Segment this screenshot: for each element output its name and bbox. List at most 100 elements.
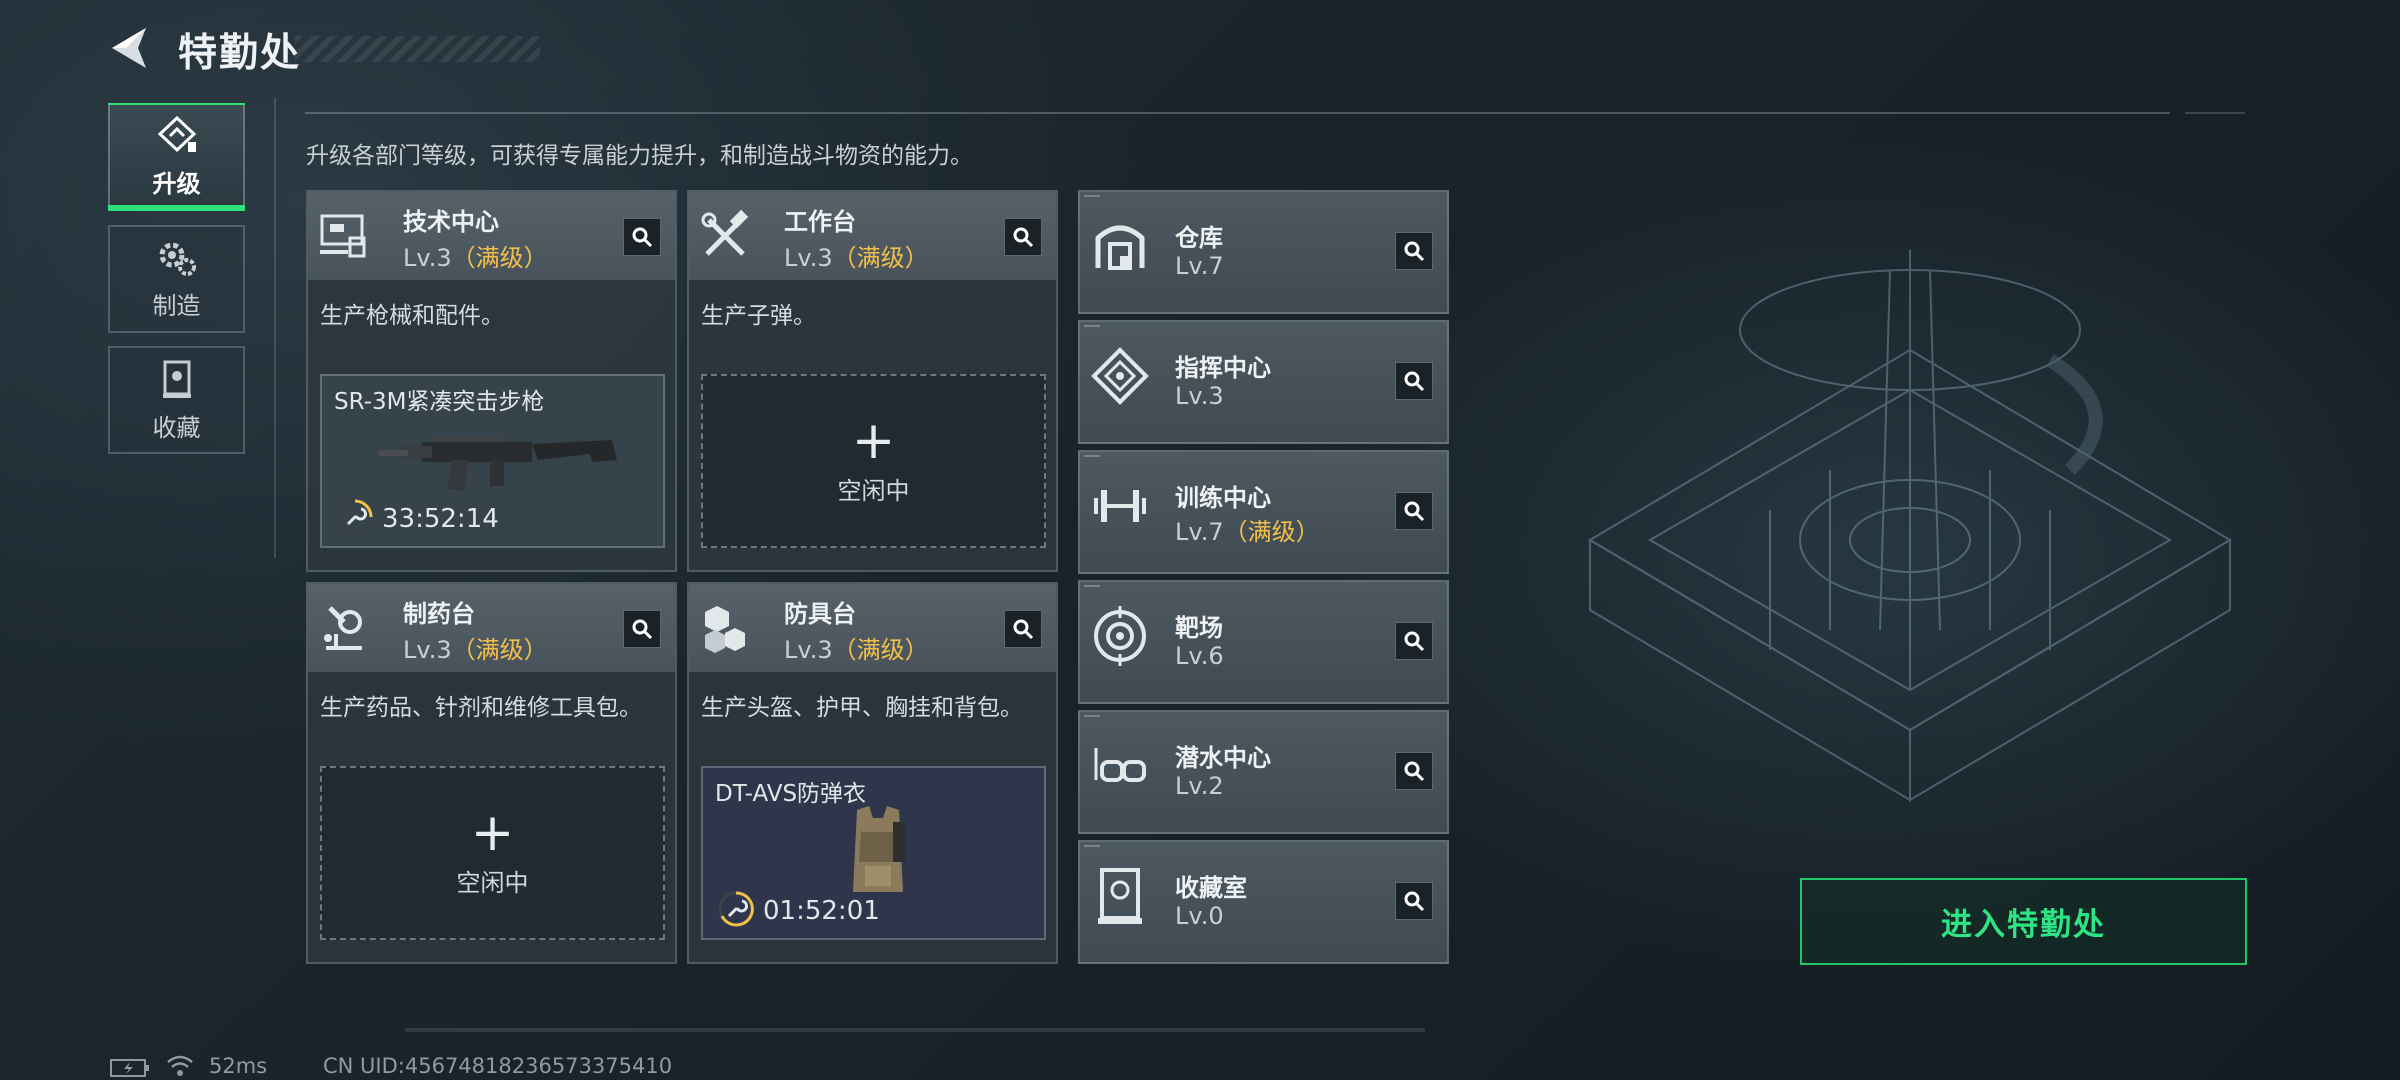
row-name: 训练中心 (1175, 484, 1271, 512)
target-icon (1094, 606, 1146, 666)
microscope-icon (324, 606, 362, 650)
idle-label: 空闲中 (456, 868, 529, 897)
card-description: 生产药品、针剂和维修工具包。 (320, 695, 642, 721)
card-armor-bench[interactable]: 防具台 Lv.3（满级） 生产头盔、护甲、胸挂和背包。 DT-AVS防弹衣 01… (687, 582, 1058, 964)
battery-icon (110, 1059, 149, 1077)
search-icon (632, 227, 653, 248)
plus-icon: + (470, 802, 515, 863)
card-workbench[interactable]: 工作台 Lv.3（满级） 生产子弹。 + 空闲中 (687, 190, 1058, 572)
card-description: 生产枪械和配件。 (320, 303, 504, 329)
body-armor-image (853, 806, 905, 892)
nav-collection-label: 收藏 (152, 413, 201, 442)
wifi-icon (167, 1055, 193, 1076)
card-description: 生产头盔、护甲、胸挂和背包。 (701, 695, 1023, 721)
row-training-center[interactable]: 训练中心 Lv.7（满级） (1078, 450, 1449, 574)
page-title: 特勤处 (178, 31, 302, 76)
row-warehouse[interactable]: 仓库 Lv.7 (1078, 190, 1449, 314)
row-collection-room[interactable]: 收藏室 Lv.0 (1078, 840, 1449, 964)
subtitle: 升级各部门等级，可获得专属能力提升，和制造战斗物资的能力。 (306, 143, 973, 169)
corner-tick (1084, 715, 1100, 717)
corner-tick (1084, 585, 1100, 587)
divider (2185, 112, 2245, 114)
card-name: 制药台 (403, 600, 475, 628)
tools-icon (701, 209, 749, 256)
inspect-button[interactable] (1004, 610, 1042, 648)
empty-slot[interactable]: + 空闲中 (701, 374, 1046, 548)
corner-tick (1084, 195, 1100, 197)
command-icon (1091, 347, 1149, 405)
row-name: 仓库 (1175, 224, 1223, 252)
trophy-case-icon (162, 360, 191, 398)
search-icon (1404, 761, 1425, 782)
base-hologram-image (1588, 250, 2232, 802)
divider (274, 98, 276, 558)
rifle-image (378, 436, 617, 491)
title-decoration (295, 36, 540, 62)
production-slot[interactable]: SR-3M紧凑突击步枪 33:52:14 (320, 374, 665, 548)
inspect-button[interactable] (1395, 232, 1433, 270)
nav-craft-label: 制造 (152, 291, 201, 320)
row-level: Lv.6 (1175, 642, 1224, 670)
computer-icon (320, 214, 366, 258)
warehouse-icon (1095, 225, 1145, 270)
card-name: 工作台 (784, 208, 856, 236)
row-level: Lv.7 (1175, 252, 1224, 280)
inspect-button[interactable] (1395, 622, 1433, 660)
row-command-center[interactable]: 指挥中心 Lv.3 (1078, 320, 1449, 444)
row-level: Lv.3 (1175, 382, 1224, 410)
back-button[interactable] (108, 26, 150, 70)
display-case-icon (1098, 868, 1142, 924)
card-level: Lv.3（满级） (403, 244, 548, 272)
wrench-timer-icon (337, 499, 373, 535)
nav-upgrade[interactable]: 升级 (108, 103, 245, 211)
row-shooting-range[interactable]: 靶场 Lv.6 (1078, 580, 1449, 704)
dumbbell-icon (1094, 490, 1146, 522)
production-slot[interactable]: DT-AVS防弹衣 01:52:01 (701, 766, 1046, 940)
inspect-button[interactable] (623, 610, 661, 648)
plus-icon: + (851, 410, 896, 471)
row-diving-center[interactable]: 潜水中心 Lv.2 (1078, 710, 1449, 834)
row-name: 收藏室 (1175, 874, 1247, 902)
empty-slot[interactable]: + 空闲中 (320, 766, 665, 940)
card-name: 防具台 (784, 600, 856, 628)
production-timer: 33:52:14 (382, 504, 499, 534)
wrench-timer-icon (718, 891, 754, 927)
card-tech-center[interactable]: 技术中心 Lv.3（满级） 生产枪械和配件。 SR-3M紧凑突击步枪 33:52… (306, 190, 677, 572)
idle-label: 空闲中 (837, 476, 910, 505)
search-icon (1404, 891, 1425, 912)
inspect-button[interactable] (1004, 218, 1042, 256)
enter-button-label: 进入特勤处 (1941, 907, 2106, 943)
row-name: 靶场 (1175, 614, 1223, 642)
inspect-button[interactable] (623, 218, 661, 256)
gears-icon (159, 242, 196, 276)
inspect-button[interactable] (1395, 362, 1433, 400)
corner-tick (1084, 845, 1100, 847)
card-level: Lv.3（满级） (403, 636, 548, 664)
search-icon (1404, 631, 1425, 652)
inspect-button[interactable] (1395, 882, 1433, 920)
item-name: SR-3M紧凑突击步枪 (334, 389, 545, 415)
card-pharmacy[interactable]: 制药台 Lv.3（满级） 生产药品、针剂和维修工具包。 + 空闲中 (306, 582, 677, 964)
inspect-button[interactable] (1395, 752, 1433, 790)
divider (305, 112, 2170, 114)
row-level: Lv.0 (1175, 902, 1224, 930)
row-name: 潜水中心 (1175, 744, 1271, 772)
ping-value: 52ms (209, 1054, 268, 1078)
corner-tick (1084, 455, 1100, 457)
corner-tick (1084, 325, 1100, 327)
user-uid: CN UID:45674818236573375410 (323, 1054, 673, 1078)
card-level: Lv.3（满级） (784, 244, 929, 272)
armor-blocks-icon (705, 606, 745, 653)
row-name: 指挥中心 (1175, 354, 1271, 382)
back-arrow-icon (112, 28, 146, 68)
card-name: 技术中心 (403, 208, 499, 236)
search-icon (1404, 241, 1425, 262)
enter-special-ops-button[interactable]: 进入特勤处 (1800, 878, 2247, 965)
upgrade-icon (157, 115, 196, 152)
row-level: Lv.7（满级） (1175, 518, 1320, 546)
nav-craft[interactable]: 制造 (108, 225, 245, 333)
nav-upgrade-label: 升级 (152, 169, 201, 198)
search-icon (1404, 501, 1425, 522)
inspect-button[interactable] (1395, 492, 1433, 530)
nav-collection[interactable]: 收藏 (108, 346, 245, 454)
